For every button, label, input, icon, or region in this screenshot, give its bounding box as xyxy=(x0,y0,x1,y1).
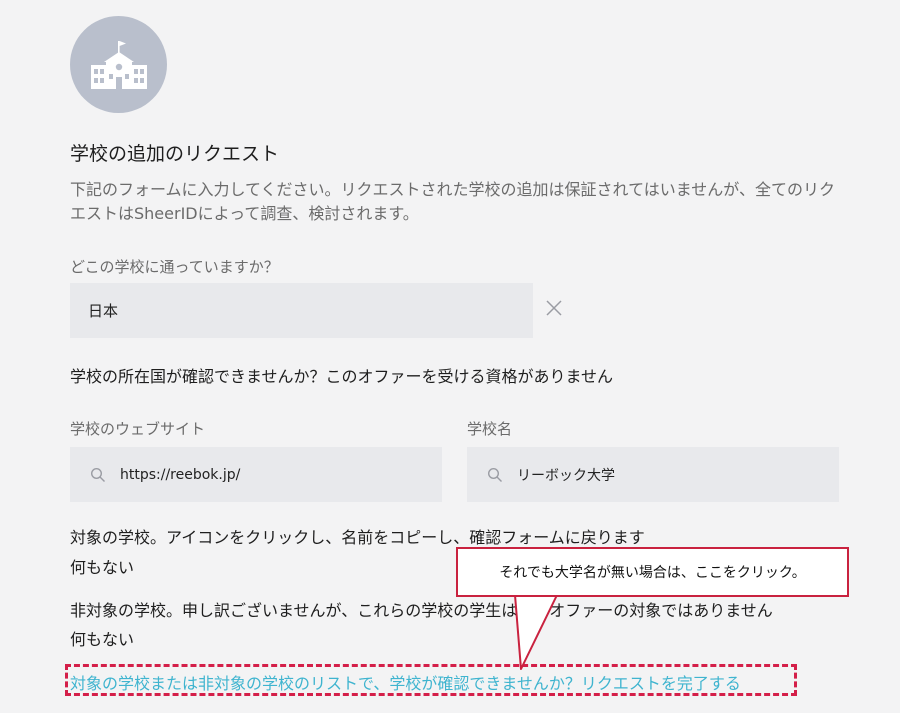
ineligible-schools-empty: 何もない xyxy=(70,630,135,649)
eligible-schools-empty: 何もない xyxy=(70,558,135,577)
form-title: 学校の追加のリクエスト xyxy=(70,143,280,165)
search-icon xyxy=(90,467,105,482)
callout-pointer xyxy=(514,594,558,670)
search-icon xyxy=(487,467,502,482)
school-name-input[interactable]: リーボック大学 xyxy=(467,447,839,502)
form-description: 下記のフォームに入力してください。リクエストされた学校の追加は保証されてはいませ… xyxy=(70,180,835,223)
website-input[interactable]: https://reebok.jp/ xyxy=(70,447,442,502)
website-label: 学校のウェブサイト xyxy=(70,420,206,438)
callout-text: それでも大学名が無い場合は、ここをクリック。 xyxy=(499,565,806,581)
school-name-label: 学校名 xyxy=(467,420,513,438)
close-icon[interactable] xyxy=(543,297,565,319)
country-question-label: どこの学校に通っていますか？ xyxy=(70,258,279,276)
country-value: 日本 xyxy=(88,302,119,320)
country-not-found-note: 学校の所在国が確認できませんか？このオファーを受ける資格がありません xyxy=(70,367,614,386)
ineligible-schools-heading: 非対象の学校。申し訳ございませんが、これらの学校の学生はこのオファーの対象ではあ… xyxy=(70,601,773,620)
website-value: https://reebok.jp/ xyxy=(120,466,241,483)
country-field[interactable]: 日本 xyxy=(70,283,533,338)
eligible-schools-heading: 対象の学校。アイコンをクリックし、名前をコピーし、確認フォームに戻ります xyxy=(70,528,645,547)
school-avatar xyxy=(70,16,167,113)
request-school-link[interactable]: 対象の学校または非対象の学校のリストで、学校が確認できませんか？リクエストを完了… xyxy=(70,670,741,694)
school-name-value: リーボック大学 xyxy=(517,467,615,484)
school-building-icon xyxy=(90,40,147,89)
annotation-callout: それでも大学名が無い場合は、ここをクリック。 xyxy=(456,547,849,597)
